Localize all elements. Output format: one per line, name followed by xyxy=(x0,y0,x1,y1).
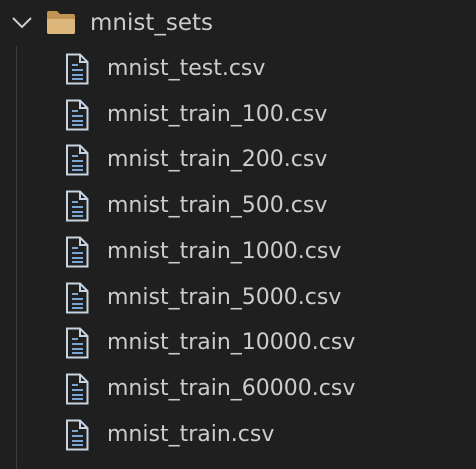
file-label: mnist_train_500.csv xyxy=(107,193,328,219)
csv-file-icon xyxy=(66,327,89,359)
file-label: mnist_train_60000.csv xyxy=(107,375,356,401)
chevron-down-icon[interactable] xyxy=(10,13,34,33)
folder-label: mnist_sets xyxy=(90,10,214,36)
folder-open-icon xyxy=(47,11,75,34)
file-label: mnist_test.csv xyxy=(107,56,266,81)
file-row[interactable]: mnist_train.csv xyxy=(0,412,476,458)
csv-file-icon xyxy=(66,53,89,85)
file-label: mnist_train_1000.csv xyxy=(107,238,342,264)
file-label: mnist_train_100.csv xyxy=(107,101,328,127)
file-row[interactable]: mnist_train_500.csv xyxy=(0,183,476,229)
csv-file-icon xyxy=(66,282,89,313)
file-row[interactable]: mnist_train_60000.csv xyxy=(0,366,476,412)
csv-file-icon xyxy=(66,144,89,176)
csv-file-icon xyxy=(66,190,89,222)
csv-file-icon xyxy=(66,236,89,268)
csv-file-icon xyxy=(66,373,89,405)
file-label: mnist_train_200.csv xyxy=(107,147,328,173)
file-row[interactable]: mnist_train_10000.csv xyxy=(0,320,476,366)
file-row[interactable]: mnist_train_200.csv xyxy=(0,137,476,183)
file-row[interactable]: mnist_train_5000.csv xyxy=(0,275,476,321)
csv-file-icon xyxy=(66,419,89,451)
file-label: mnist_train.csv xyxy=(107,421,275,447)
file-row[interactable]: mnist_train_1000.csv xyxy=(0,229,476,275)
file-label: mnist_train_5000.csv xyxy=(107,284,342,310)
file-explorer-tree: mnist_sets mnist_test.csv mnist_train_100… xyxy=(0,0,476,469)
csv-file-icon xyxy=(66,99,89,131)
folder-row-mnist-sets[interactable]: mnist_sets xyxy=(0,0,476,46)
file-label: mnist_train_10000.csv xyxy=(107,330,356,356)
file-row[interactable]: mnist_test.csv xyxy=(0,46,476,92)
file-row[interactable]: mnist_train_100.csv xyxy=(0,92,476,138)
